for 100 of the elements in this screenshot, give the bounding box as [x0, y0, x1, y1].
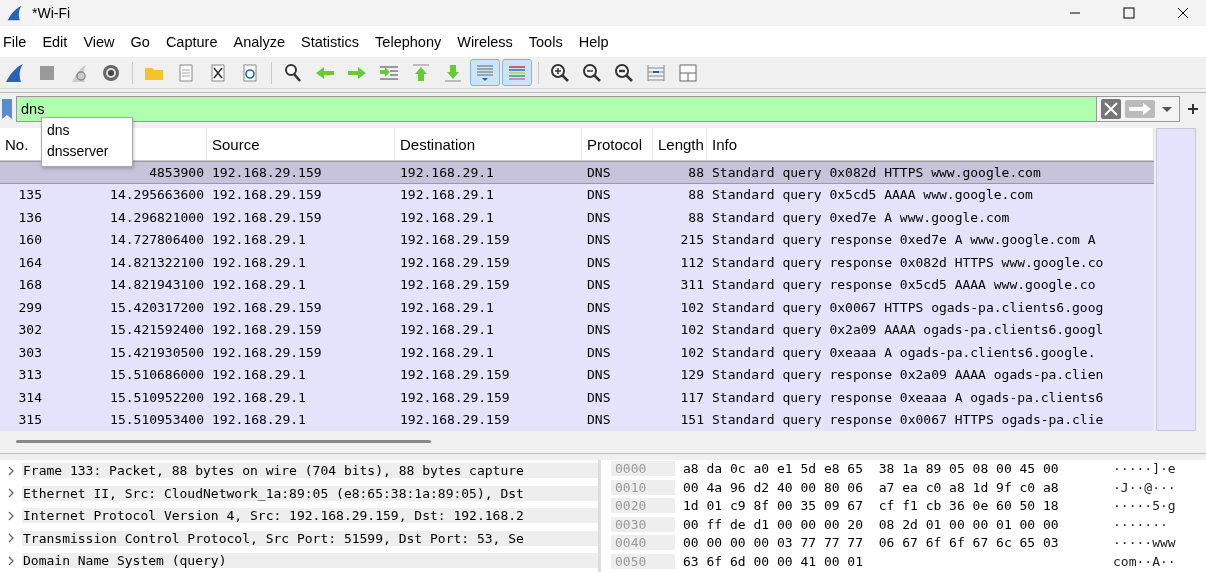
hex-offset: 0030 [611, 516, 675, 532]
table-cell-text: 117 [679, 389, 705, 405]
menu-item[interactable]: Statistics [301, 33, 369, 50]
menu-item[interactable]: Go [130, 33, 159, 50]
column-header[interactable]: Protocol [582, 128, 653, 161]
hex-offset: 0000 [611, 461, 675, 477]
table-cell-text: 168 [17, 277, 43, 293]
table-cell-text: 313 [17, 367, 43, 383]
hex-offset: 0040 [611, 535, 675, 551]
hex-bytes: a8 da 0c a0 e1 5d e8 65 38 1a 89 05 08 00 45 00 [683, 461, 1060, 477]
table-cell-text: 14.727806400 [109, 232, 205, 248]
table-cell-text: 192.168.29.1 [211, 277, 307, 293]
horizontal-scrollbar[interactable] [16, 440, 431, 444]
autoscroll-button[interactable] [470, 59, 500, 86]
packet-row[interactable]: 4853900 192.168.29.159 192.168.29.1 DNS 88 Standard query 0x082d HTTPS www.google.com [0, 161, 1155, 184]
table-cell-text: 192.168.29.159 [399, 412, 511, 428]
suggestion-item[interactable]: dns [42, 121, 132, 142]
table-cell-text: 102 [679, 299, 705, 315]
menu-item[interactable]: Analyze [233, 33, 295, 50]
tree-item[interactable]: Ethernet II, Src: CloudNetwork_1a:89:05 (e8:65:38:1a:89:05), Dst [22, 485, 598, 501]
table-cell-text: DNS [586, 254, 612, 270]
tree-item[interactable]: Transmission Control Protocol, Src Port: 51599, Dst Port: 53, Se [22, 530, 598, 546]
menu-item[interactable]: Wireless [457, 33, 522, 50]
ascii-text: ·J··@··· [1113, 479, 1176, 495]
zoom-in-icon [549, 61, 571, 84]
suggestion-item[interactable]: dnsserver [42, 142, 132, 163]
column-header[interactable]: Info [707, 128, 1155, 161]
table-cell-text: 15.510953400 [109, 412, 205, 428]
table-cell-text: 192.168.29.1 [211, 367, 307, 383]
column-header[interactable]: Length [653, 128, 707, 161]
column-header[interactable]: No. [0, 128, 45, 161]
menu-item[interactable]: View [83, 33, 124, 50]
table-cell-text: 160 [17, 232, 43, 248]
table-cell-text: DNS [586, 277, 612, 293]
table-cell-text: 192.168.29.159 [211, 344, 323, 360]
tree-item[interactable]: Internet Protocol Version 4, Src: 192.168.29.159, Dst: 192.168.2 [22, 508, 598, 524]
table-cell-text: DNS [586, 299, 612, 315]
pane-layout-icon [677, 61, 699, 84]
table-cell-text: 192.168.29.1 [399, 344, 495, 360]
table-cell-text: 102 [679, 344, 705, 360]
menu-item[interactable]: Edit [42, 33, 77, 50]
ascii-text: com··A·· [1113, 553, 1176, 569]
hex-offset: 0050 [611, 553, 675, 569]
table-cell-text: 102 [679, 322, 705, 338]
table-cell-text: 135 [17, 187, 43, 203]
table-cell-text: 15.510686000 [109, 367, 205, 383]
table-cell-text: 314 [17, 389, 43, 405]
display-filter-field[interactable]: dns [16, 95, 1096, 122]
colorize-button[interactable] [502, 59, 532, 86]
table-cell-text: 192.168.29.1 [211, 232, 307, 248]
table-cell-text: 302 [17, 322, 43, 338]
table-cell-text: Standard query 0xed7e A www.google.com [711, 209, 1011, 225]
table-cell-text: 15.510952200 [109, 389, 205, 405]
column-header[interactable]: Destination [395, 128, 582, 161]
menu-item[interactable]: File [3, 33, 36, 50]
table-cell-text: DNS [586, 389, 612, 405]
table-cell-text: 315 [17, 412, 43, 428]
menu-item[interactable]: Tools [528, 33, 572, 50]
zoom-out-icon [581, 61, 603, 84]
table-cell-text: Standard query response 0x0067 HTTPS ogads-pa.clie [711, 412, 1105, 428]
table-cell-text: 192.168.29.159 [211, 299, 323, 315]
table-cell-text: Standard query response 0x2a09 AAAA ogads-pa.clien [711, 367, 1105, 383]
shark-fin-icon [4, 61, 26, 84]
tree-item[interactable]: Frame 133: Packet, 88 bytes on wire (704 bits), 88 bytes capture [22, 463, 598, 479]
table-cell-text: 151 [679, 412, 705, 428]
table-cell-text: Standard query 0x2a09 AAAA ogads-pa.clients6.googl [711, 322, 1105, 338]
menu-item[interactable]: Telephony [375, 33, 451, 50]
app-logo-icon [6, 4, 24, 22]
table-cell-text: 311 [679, 277, 705, 293]
column-header[interactable]: Source [207, 128, 395, 161]
table-cell-text: Standard query 0x082d HTTPS www.google.com [711, 164, 1042, 180]
clear-filter-button[interactable] [1099, 97, 1123, 120]
ascii-text: ·····5·g [1113, 498, 1176, 514]
table-cell-text: 14.821322100 [109, 254, 205, 270]
table-cell-text: Standard query response 0x082d HTTPS www.google.co [711, 254, 1105, 270]
table-cell-text: 192.168.29.159 [399, 389, 511, 405]
table-cell-text: 215 [679, 232, 705, 248]
tree-item[interactable]: Domain Name System (query) [22, 553, 598, 569]
table-cell-text: 192.168.29.1 [399, 187, 495, 203]
table-cell-text: 136 [17, 209, 43, 225]
menu-item[interactable]: Help [578, 33, 618, 50]
bookmark-icon[interactable] [0, 97, 14, 120]
window-title: *Wi-Fi [32, 5, 72, 21]
hex-bytes: 63 6f 6d 00 00 41 00 01 [683, 553, 864, 569]
table-cell-text: DNS [586, 187, 612, 203]
table-cell-text: 192.168.29.159 [211, 164, 323, 180]
table-cell-text: 192.168.29.1 [211, 389, 307, 405]
table-cell-text: DNS [586, 164, 612, 180]
table-cell-text: 299 [17, 299, 43, 315]
hex-bytes: 00 4a 96 d2 40 00 80 06 a7 ea c0 a8 1d 9f c0 a8 [683, 479, 1060, 495]
table-cell-text: 192.168.29.1 [211, 254, 307, 270]
table-cell-text: 14.295663600 [109, 187, 205, 203]
table-cell-text: DNS [586, 322, 612, 338]
table-cell-text: Standard query 0x5cd5 AAAA www.google.com [711, 187, 1034, 203]
menu-item[interactable]: Capture [165, 33, 227, 50]
table-cell-text: 192.168.29.1 [399, 209, 495, 225]
hex-bytes: 00 ff de d1 00 00 00 20 08 2d 01 00 00 01 00 00 [683, 516, 1060, 532]
top-arrow-icon [410, 61, 432, 84]
table-cell-text: 192.168.29.159 [399, 367, 511, 383]
table-cell-text: Standard query 0xeaaa A ogads-pa.clients6.google. [711, 344, 1097, 360]
